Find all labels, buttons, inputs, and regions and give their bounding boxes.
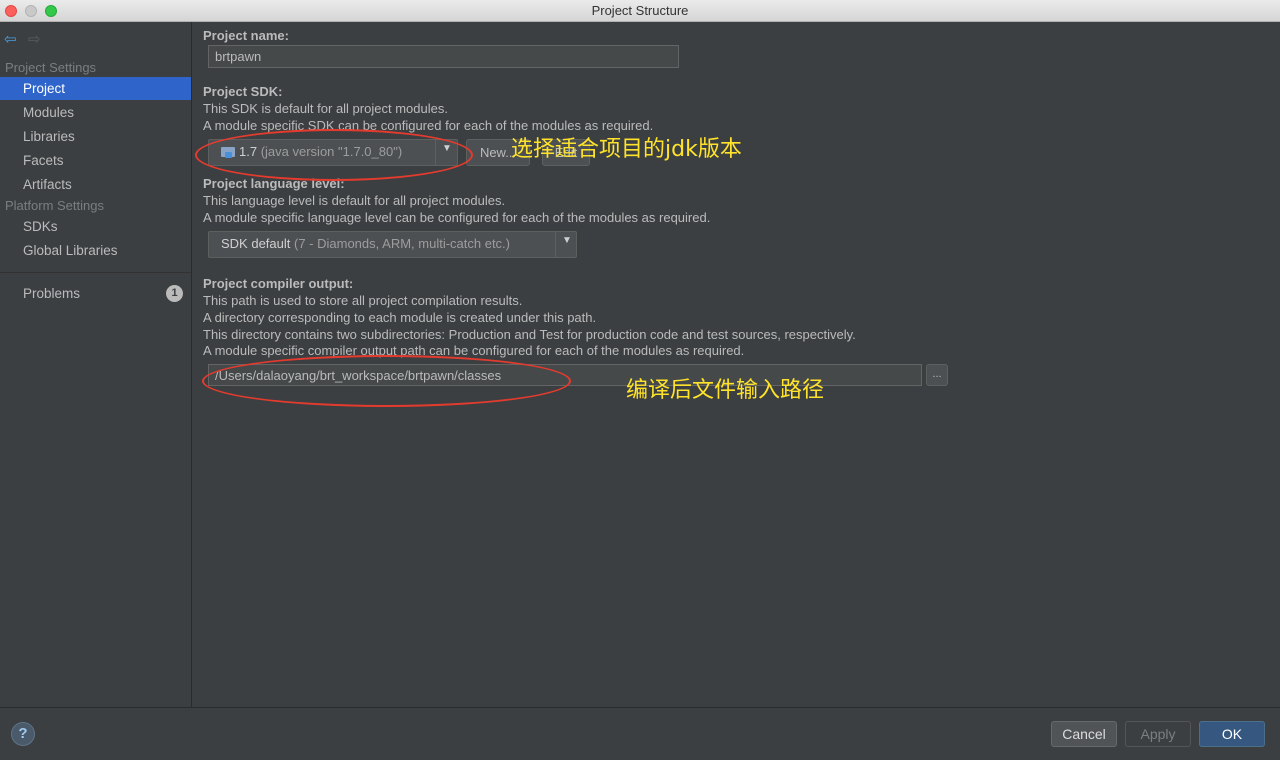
output-description-3: This directory contains two subdirectori…	[203, 327, 856, 342]
project-name-label: Project name:	[203, 28, 289, 43]
dialog-footer: ? Cancel Apply OK	[0, 707, 1280, 760]
chevron-down-icon: ▼	[562, 235, 572, 246]
section-header-platform-settings: Platform Settings	[5, 198, 104, 213]
project-settings-panel: Project name: Project SDK: This SDK is d…	[192, 22, 1280, 707]
output-description-2: A directory corresponding to each module…	[203, 310, 597, 325]
output-description-1: This path is used to store all project c…	[203, 293, 523, 308]
settings-sidebar: ⇦ ⇨ Project Settings Project Modules Lib…	[0, 22, 192, 707]
language-description-1: This language level is default for all p…	[203, 193, 506, 208]
section-header-project-settings: Project Settings	[5, 60, 97, 75]
annotation-output-note: 编译后文件输入路径	[626, 378, 825, 403]
compiler-output-label: Project compiler output:	[203, 276, 354, 291]
sidebar-item-global-libraries[interactable]: Global Libraries	[0, 239, 191, 262]
language-dropdown-value: SDK default (7 - Diamonds, ARM, multi-ca…	[221, 236, 510, 251]
project-sdk-label: Project SDK:	[203, 84, 283, 99]
language-description-2: A module specific language level can be …	[203, 210, 711, 225]
output-description-4: A module specific compiler output path c…	[203, 343, 745, 358]
back-arrow-icon[interactable]: ⇦	[4, 30, 17, 48]
window-titlebar: Project Structure	[0, 0, 1280, 22]
window-title: Project Structure	[591, 3, 689, 18]
annotation-sdk-note: 选择适合项目的jdk版本	[511, 137, 742, 162]
sidebar-item-modules[interactable]: Modules	[0, 101, 191, 124]
sidebar-item-project[interactable]: Project	[0, 77, 191, 100]
ok-button[interactable]: OK	[1199, 721, 1265, 747]
project-name-input[interactable]	[208, 45, 679, 68]
apply-button[interactable]: Apply	[1125, 721, 1191, 747]
annotation-ellipse-sdk	[195, 129, 473, 181]
sidebar-item-artifacts[interactable]: Artifacts	[0, 173, 191, 196]
language-level-dropdown[interactable]: SDK default (7 - Diamonds, ARM, multi-ca…	[208, 231, 577, 258]
sidebar-item-sdks[interactable]: SDKs	[0, 215, 191, 238]
sidebar-item-problems[interactable]: Problems	[0, 282, 191, 305]
forward-arrow-icon[interactable]: ⇨	[28, 30, 41, 48]
browse-output-button[interactable]: ...	[926, 364, 948, 386]
cancel-button[interactable]: Cancel	[1051, 721, 1117, 747]
sidebar-item-facets[interactable]: Facets	[0, 149, 191, 172]
sidebar-item-libraries[interactable]: Libraries	[0, 125, 191, 148]
help-icon[interactable]: ?	[11, 722, 35, 746]
sdk-description-1: This SDK is default for all project modu…	[203, 101, 448, 116]
annotation-ellipse-output	[202, 355, 571, 407]
sidebar-divider	[0, 272, 191, 273]
problems-count-badge: 1	[166, 285, 183, 302]
